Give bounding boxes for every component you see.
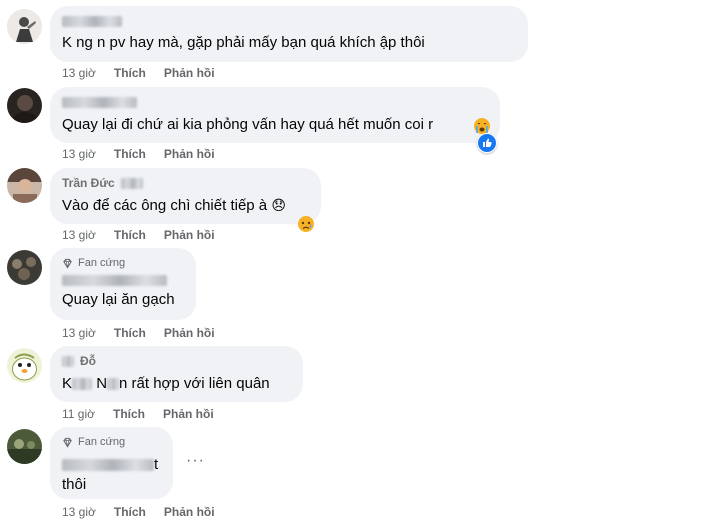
author-name-text[interactable]: Đỗ [80,354,96,369]
comment-text-line1: t [62,455,161,475]
timestamp[interactable]: 13 giờ [62,505,96,519]
like-button[interactable]: Thích [114,228,146,242]
avatar[interactable] [7,250,42,285]
comment-text: K ng n pv hay mà, gặp phải mấy bạn quá k… [62,34,425,51]
comment-text-mid: N [96,375,108,392]
reply-button[interactable]: Phản hồi [164,147,215,161]
avatar[interactable] [7,9,42,44]
reply-button[interactable]: Phản hồi [163,407,214,421]
like-button[interactable]: Thích [114,505,146,519]
like-reaction-icon[interactable] [477,133,497,153]
comment-actions: 13 giờ Thích Phản hồi [62,505,215,519]
disappointed-face-emoji: 😞 [271,197,286,213]
fan-badge: Fan cứng [62,435,161,449]
comment-bubble: Fan cứng t thôi [50,427,173,499]
timestamp[interactable]: 13 giờ [62,228,96,242]
comment-text-end: t [154,456,159,473]
author-name-text[interactable]: Trần Đức [62,176,115,191]
timestamp[interactable]: 13 giờ [62,147,96,161]
like-button[interactable]: Thích [114,66,146,80]
diamond-icon [63,258,72,269]
badge-label: Fan cứng [78,257,126,269]
like-button[interactable]: Thích [114,147,146,161]
comment-text: Vào để các ông chì chiết tiếp à 😞 [62,195,309,216]
comment-text-prefix: K [62,375,73,392]
author-name[interactable]: Đỗ [62,354,291,369]
author-name[interactable] [62,273,184,288]
comment-actions: 13 giờ Thích Phản hồi [62,228,215,242]
author-name[interactable] [62,14,516,29]
avatar[interactable] [7,348,42,383]
reply-button[interactable]: Phản hồi [164,228,215,242]
avatar[interactable] [7,429,42,464]
diamond-icon [63,437,72,448]
sad-face-icon[interactable] [296,214,316,234]
comment-actions: 13 giờ Thích Phản hồi [62,66,215,80]
reply-button[interactable]: Phản hồi [164,326,215,340]
comment-bubble: Trần Đức Vào để các ông chì chiết tiếp à… [50,168,321,224]
avatar[interactable] [7,168,42,203]
comment-text: thôi [62,476,87,493]
comment-bubble: K ng n pv hay mà, gặp phải mấy bạn quá k… [50,6,528,62]
like-button[interactable]: Thích [114,326,146,340]
fan-badge: Fan cứng [62,256,184,270]
badge-label: Fan cứng [78,436,126,448]
author-name[interactable] [62,95,488,110]
comment-actions: 11 giờ Thích Phản hồi [62,407,214,421]
comment-actions: 13 giờ Thích Phản hồi [62,147,215,161]
comment-text: Quay lại ăn gạch [62,291,175,308]
comment-bubble: Đỗ K Nn rất hợp với liên quân [50,346,303,402]
timestamp[interactable]: 13 giờ [62,326,96,340]
comment-bubble: Quay lại đi chứ ai kia phỏng vấn hay quá… [50,87,500,143]
comment-text: K Nn rất hợp với liên quân [62,374,291,394]
comment-text-content: Vào để các ông chì chiết tiếp à [62,197,268,214]
timestamp[interactable]: 13 giờ [62,66,96,80]
comment-text-content: n rất hợp với liên quân [119,375,270,392]
avatar[interactable] [7,88,42,123]
more-options-icon[interactable]: ··· [186,452,205,470]
comment-bubble: Fan cứng Quay lại ăn gạch [50,248,196,320]
comment-text: Quay lại đi chứ ai kia phỏng vấn hay quá… [62,116,434,133]
reply-button[interactable]: Phản hồi [164,505,215,519]
timestamp[interactable]: 11 giờ [62,407,95,421]
like-button[interactable]: Thích [113,407,145,421]
comment-actions: 13 giờ Thích Phản hồi [62,326,215,340]
author-name[interactable]: Trần Đức [62,176,309,191]
reply-button[interactable]: Phản hồi [164,66,215,80]
